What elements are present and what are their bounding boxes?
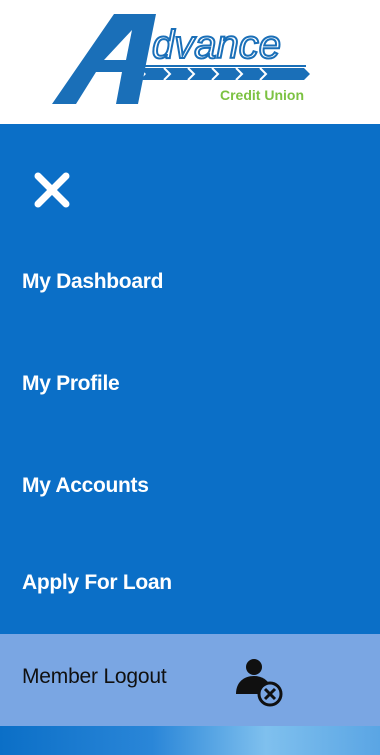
side-navigation: My Dashboard My Profile My Accounts Appl… — [0, 124, 380, 634]
mobile-menu-page: dvance Credit Union My Dashboard My Prof… — [0, 0, 380, 755]
nav-item-apply-for-loan[interactable]: Apply For Loan — [22, 571, 172, 595]
bottom-decorative-bar — [0, 726, 380, 755]
close-icon — [34, 172, 70, 208]
advance-credit-union-logo[interactable]: dvance Credit Union — [52, 8, 322, 112]
member-logout-label: Member Logout — [22, 665, 167, 688]
user-remove-icon — [236, 659, 283, 707]
member-logout-button[interactable]: Member Logout — [0, 634, 380, 726]
close-menu-button[interactable] — [30, 168, 74, 212]
logo-tagline: Credit Union — [220, 87, 304, 103]
nav-item-my-accounts[interactable]: My Accounts — [22, 474, 149, 498]
logo-brand-text: dvance — [152, 23, 281, 67]
nav-item-my-profile[interactable]: My Profile — [22, 372, 120, 396]
header: dvance Credit Union — [0, 0, 380, 124]
nav-item-my-dashboard[interactable]: My Dashboard — [22, 270, 163, 294]
